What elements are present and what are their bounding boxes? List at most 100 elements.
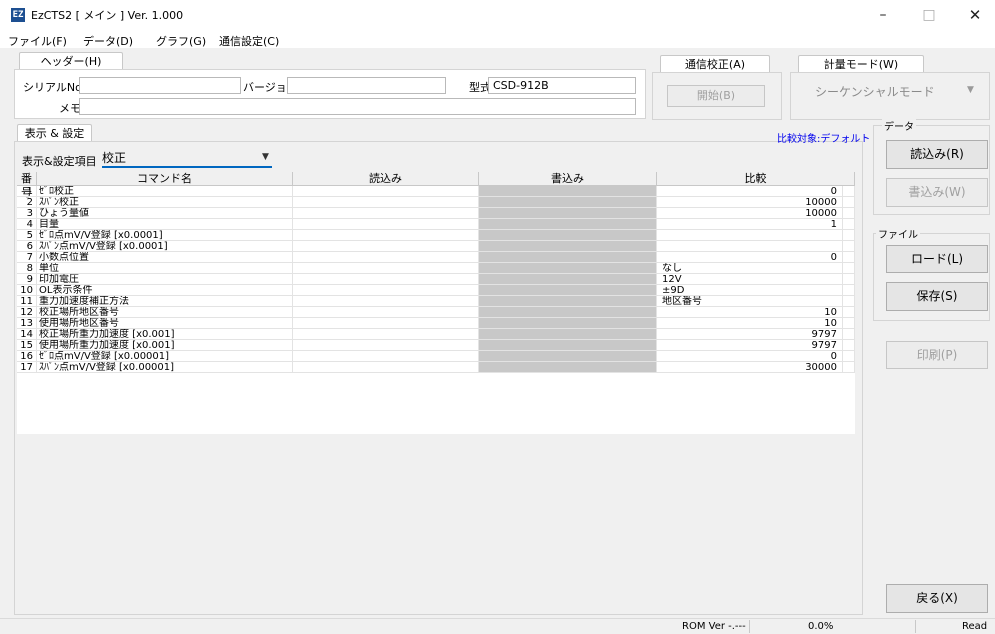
row-read-value[interactable]: [293, 208, 479, 219]
menu-comm-settings[interactable]: 通信設定(C): [219, 33, 279, 49]
row-write-value[interactable]: [479, 329, 657, 340]
row-command-name: 使用場所地区番号: [37, 318, 293, 329]
table-row[interactable]: 1 ｾﾞﾛ校正 0: [17, 186, 855, 197]
row-read-value[interactable]: [293, 307, 479, 318]
table-row[interactable]: 13 使用場所地区番号 10: [17, 318, 855, 329]
row-read-value[interactable]: [293, 296, 479, 307]
table-row[interactable]: 16 ｾﾞﾛ点mV/V登録 [x0.00001] 0: [17, 351, 855, 362]
calibration-start-button[interactable]: 開始(B): [667, 85, 765, 107]
save-button[interactable]: 保存(S): [886, 282, 988, 311]
row-read-value[interactable]: [293, 362, 479, 373]
row-write-value[interactable]: [479, 340, 657, 351]
row-read-value[interactable]: [293, 351, 479, 362]
row-write-value[interactable]: [479, 186, 657, 197]
row-spacer: [843, 307, 855, 318]
table-row[interactable]: 9 印加電圧 12V: [17, 274, 855, 285]
row-write-value[interactable]: [479, 318, 657, 329]
print-button[interactable]: 印刷(P): [886, 341, 988, 369]
row-write-value[interactable]: [479, 252, 657, 263]
table-row[interactable]: 17 ｽﾊﾟﾝ点mV/V登録 [x0.00001] 30000: [17, 362, 855, 373]
chevron-down-icon[interactable]: ▼: [262, 152, 269, 162]
row-write-value[interactable]: [479, 351, 657, 362]
read-button[interactable]: 読込み(R): [886, 140, 988, 169]
tab-measure-mode[interactable]: 計量モード(W): [798, 55, 924, 73]
tab-display-settings[interactable]: 表示 & 設定: [17, 124, 92, 142]
compare-target-link[interactable]: 比較対象:デフォルト: [777, 130, 870, 145]
row-spacer: [843, 197, 855, 208]
close-button[interactable]: ✕: [952, 0, 995, 30]
row-write-value[interactable]: [479, 274, 657, 285]
table-row[interactable]: 10 OL表示条件 ±9D: [17, 285, 855, 296]
col-header-read[interactable]: 読込み: [293, 172, 479, 186]
menu-file[interactable]: ファイル(F): [8, 33, 67, 49]
table-row[interactable]: 14 校正場所重力加速度 [x0.001] 9797: [17, 329, 855, 340]
row-write-value[interactable]: [479, 307, 657, 318]
row-number: 13: [17, 318, 37, 329]
row-write-value[interactable]: [479, 241, 657, 252]
row-write-value[interactable]: [479, 208, 657, 219]
row-read-value[interactable]: [293, 329, 479, 340]
row-read-value[interactable]: [293, 230, 479, 241]
row-write-value[interactable]: [479, 285, 657, 296]
table-row[interactable]: 3 ひょう量値 10000: [17, 208, 855, 219]
back-button[interactable]: 戻る(X): [886, 584, 988, 613]
row-spacer: [843, 351, 855, 362]
row-write-value[interactable]: [479, 219, 657, 230]
menu-data[interactable]: データ(D): [83, 33, 133, 49]
status-progress: 0.0%: [808, 621, 834, 632]
table-row[interactable]: 15 使用場所重力加速度 [x0.001] 9797: [17, 340, 855, 351]
title-bar: EZ EzCTS2 [ メイン ] Ver. 1.000 – □ ✕: [0, 0, 995, 30]
table-row[interactable]: 8 単位 なし: [17, 263, 855, 274]
col-header-write[interactable]: 書込み: [479, 172, 657, 186]
minimize-button[interactable]: –: [860, 0, 906, 30]
row-spacer: [843, 329, 855, 340]
row-read-value[interactable]: [293, 197, 479, 208]
row-command-name: ｾﾞﾛ点mV/V登録 [x0.0001]: [37, 230, 293, 241]
table-row[interactable]: 2 ｽﾊﾟﾝ校正 10000: [17, 197, 855, 208]
row-compare-value: ±9D: [657, 285, 843, 296]
row-read-value[interactable]: [293, 263, 479, 274]
row-command-name: ｾﾞﾛ点mV/V登録 [x0.00001]: [37, 351, 293, 362]
row-command-name: 使用場所重力加速度 [x0.001]: [37, 340, 293, 351]
model-input[interactable]: CSD-912B: [488, 77, 636, 94]
row-write-value[interactable]: [479, 296, 657, 307]
row-spacer: [843, 241, 855, 252]
row-number: 14: [17, 329, 37, 340]
row-read-value[interactable]: [293, 186, 479, 197]
table-row[interactable]: 12 校正場所地区番号 10: [17, 307, 855, 318]
menu-graph[interactable]: グラフ(G): [156, 33, 206, 49]
table-row[interactable]: 7 小数点位置 0: [17, 252, 855, 263]
row-read-value[interactable]: [293, 252, 479, 263]
memo-input[interactable]: [79, 98, 636, 115]
row-read-value[interactable]: [293, 285, 479, 296]
row-write-value[interactable]: [479, 197, 657, 208]
col-header-compare[interactable]: 比較: [657, 172, 855, 186]
tab-comm-calibration[interactable]: 通信校正(A): [660, 55, 770, 73]
row-command-name: ひょう量値: [37, 208, 293, 219]
measure-mode-select[interactable]: シーケンシャルモード: [815, 83, 935, 100]
maximize-button[interactable]: □: [906, 0, 952, 30]
row-write-value[interactable]: [479, 362, 657, 373]
table-row[interactable]: 4 目量 1: [17, 219, 855, 230]
row-write-value[interactable]: [479, 263, 657, 274]
row-read-value[interactable]: [293, 340, 479, 351]
row-write-value[interactable]: [479, 230, 657, 241]
row-read-value[interactable]: [293, 274, 479, 285]
table-row[interactable]: 11 重力加速度補正方法 地区番号: [17, 296, 855, 307]
row-spacer: [843, 296, 855, 307]
version-input[interactable]: [287, 77, 446, 94]
table-row[interactable]: 6 ｽﾊﾟﾝ点mV/V登録 [x0.0001]: [17, 241, 855, 252]
chevron-down-icon[interactable]: ▼: [967, 85, 974, 95]
row-read-value[interactable]: [293, 241, 479, 252]
serial-input[interactable]: [79, 77, 241, 94]
display-item-select[interactable]: 校正 ▼: [102, 148, 272, 168]
row-command-name: 校正場所重力加速度 [x0.001]: [37, 329, 293, 340]
col-header-number[interactable]: 番号: [17, 172, 37, 199]
write-button[interactable]: 書込み(W): [886, 178, 988, 207]
row-read-value[interactable]: [293, 219, 479, 230]
table-row[interactable]: 5 ｾﾞﾛ点mV/V登録 [x0.0001]: [17, 230, 855, 241]
tab-header[interactable]: ヘッダー(H): [19, 52, 123, 70]
row-read-value[interactable]: [293, 318, 479, 329]
load-button[interactable]: ロード(L): [886, 245, 988, 273]
col-header-command[interactable]: コマンド名: [37, 172, 293, 186]
